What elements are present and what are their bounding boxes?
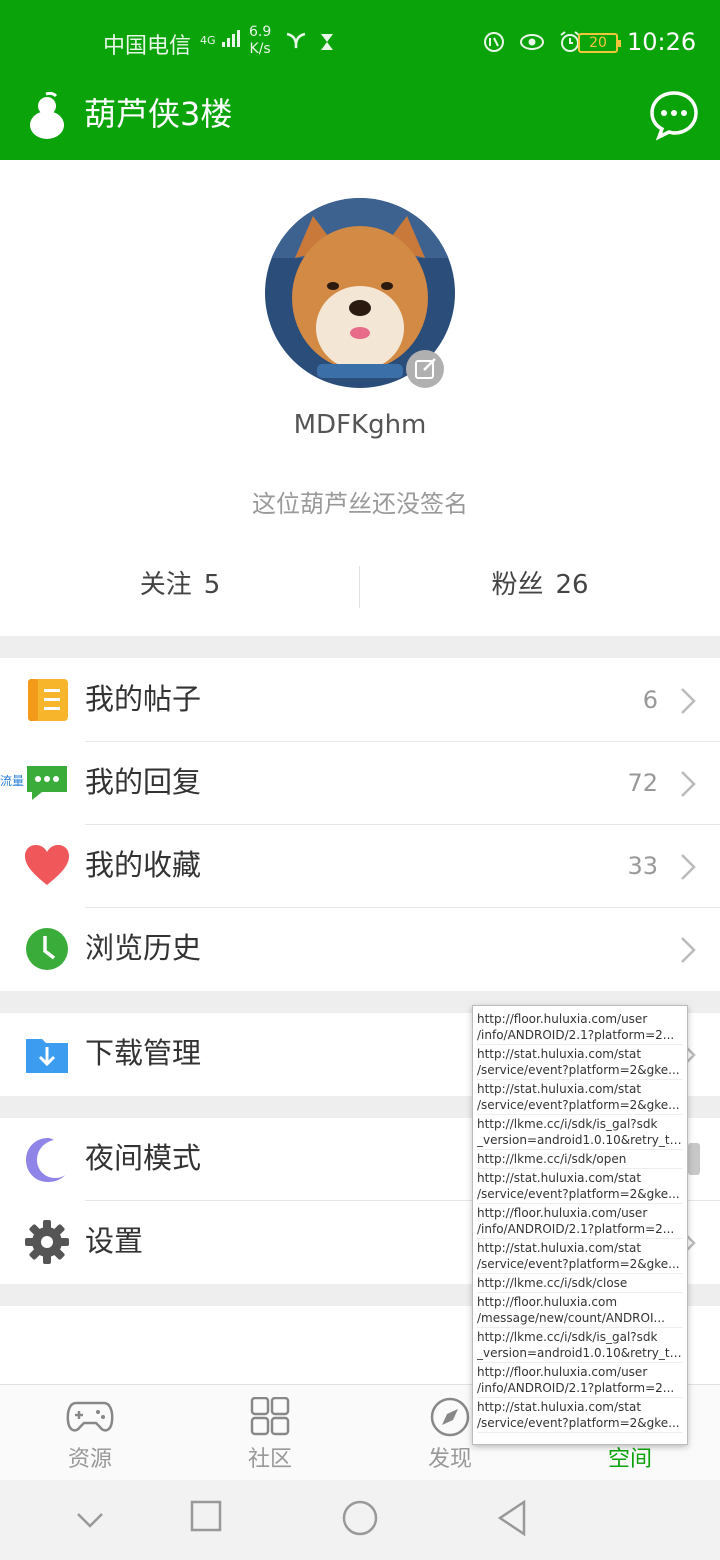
network-log-overlay[interactable]: http://floor.huluxia.com/user/info/ANDRO… bbox=[472, 1005, 688, 1445]
network-type: 4G bbox=[200, 34, 216, 47]
heart-icon bbox=[25, 845, 69, 885]
message-icon[interactable] bbox=[648, 89, 700, 145]
gourd-logo-icon bbox=[26, 91, 68, 152]
clock-icon bbox=[26, 928, 68, 970]
app-title: 葫芦侠3楼 bbox=[84, 95, 233, 133]
download-folder-icon bbox=[26, 1039, 68, 1073]
collapse-icon[interactable] bbox=[76, 1508, 104, 1532]
recents-icon[interactable] bbox=[190, 1500, 222, 1532]
edit-icon bbox=[415, 358, 436, 379]
log-entry: http://stat.huluxia.com/stat/service/eve… bbox=[477, 1169, 683, 1204]
log-entry: http://stat.huluxia.com/stat/service/eve… bbox=[477, 1239, 683, 1274]
net-speed: 6.9 K/s bbox=[249, 24, 272, 57]
edit-avatar-button[interactable] bbox=[406, 350, 444, 388]
reply-bubble-icon bbox=[27, 766, 67, 800]
data-saver-icon bbox=[484, 32, 504, 52]
menu-my-favorites[interactable]: 我的收藏 33 bbox=[0, 825, 720, 908]
night-mode-toggle[interactable] bbox=[688, 1143, 700, 1175]
eye-icon bbox=[520, 34, 544, 50]
back-icon[interactable] bbox=[496, 1500, 528, 1536]
log-entry: http://floor.huluxia.com/message/new/cou… bbox=[477, 1293, 683, 1328]
fans-stat[interactable]: 粉丝 26 bbox=[360, 562, 720, 608]
gamepad-icon bbox=[66, 1401, 114, 1432]
log-entry: http://floor.huluxia.com/user/info/ANDRO… bbox=[477, 1010, 683, 1045]
follow-stats: 关注 5 粉丝 26 bbox=[0, 562, 720, 608]
tab-resources[interactable]: 资源 bbox=[0, 1385, 180, 1481]
moon-icon bbox=[26, 1138, 65, 1182]
section-gap bbox=[0, 636, 720, 658]
carrier-name: 中国电信 bbox=[103, 34, 192, 59]
system-nav-bar bbox=[0, 1480, 720, 1560]
menu-history[interactable]: 浏览历史 bbox=[0, 908, 720, 991]
log-entry: http://lkme.cc/i/sdk/is_gal?sdk _version=… bbox=[477, 1328, 683, 1363]
signal-icon: 4G bbox=[200, 28, 246, 48]
chevron-right-icon bbox=[681, 854, 696, 880]
log-entry: http://stat.huluxia.com/stat/service/eve… bbox=[477, 1080, 683, 1115]
log-entry: http://floor.huluxia.com/user/info/ANDRO… bbox=[477, 1204, 683, 1239]
log-entry: http://stat.huluxia.com/stat/service/eve… bbox=[477, 1398, 683, 1433]
notification-icons bbox=[285, 30, 335, 54]
log-entry: http://stat.huluxia.com/stat/service/eve… bbox=[477, 1045, 683, 1080]
log-entry: http://floor.huluxia.com/user/info/ANDRO… bbox=[477, 1363, 683, 1398]
chevron-right-icon bbox=[681, 771, 696, 797]
posts-count: 6 bbox=[642, 686, 658, 714]
menu-my-posts[interactable]: 我的帖子 6 bbox=[0, 659, 720, 742]
app-header: 葫芦侠3楼 bbox=[0, 84, 720, 160]
log-entry: http://lkme.cc/i/sdk/close bbox=[477, 1274, 683, 1293]
system-icons bbox=[482, 30, 582, 56]
leaf-icon bbox=[286, 32, 306, 49]
floating-traffic-tag[interactable]: 流量 bbox=[0, 772, 24, 789]
battery-icon: 20 bbox=[578, 33, 621, 53]
status-bar: 中国电信 4G 6.9 K/s 20 10:26 bbox=[0, 0, 720, 84]
signature[interactable]: 这位葫芦丝还没签名 bbox=[0, 484, 720, 519]
hourglass-icon bbox=[321, 34, 334, 50]
log-entry: http://lkme.cc/i/sdk/is_gal?sdk _version=… bbox=[477, 1115, 683, 1150]
username: MDFKghm bbox=[293, 410, 427, 440]
replies-count: 72 bbox=[627, 769, 658, 797]
clock-time: 10:26 bbox=[627, 28, 697, 56]
tab-community[interactable]: 社区 bbox=[180, 1385, 360, 1481]
home-icon[interactable] bbox=[342, 1500, 378, 1536]
log-entry: http://lkme.cc/i/sdk/open bbox=[477, 1150, 683, 1169]
chevron-right-icon bbox=[681, 937, 696, 963]
menu-my-replies[interactable]: 我的回复 72 bbox=[0, 742, 720, 825]
following-stat[interactable]: 关注 5 bbox=[0, 562, 360, 608]
gear-icon bbox=[25, 1220, 69, 1264]
posts-icon bbox=[28, 679, 68, 721]
chevron-right-icon bbox=[681, 688, 696, 714]
compass-icon bbox=[430, 1397, 470, 1437]
grid-icon bbox=[250, 1397, 290, 1436]
favorites-count: 33 bbox=[627, 852, 658, 880]
